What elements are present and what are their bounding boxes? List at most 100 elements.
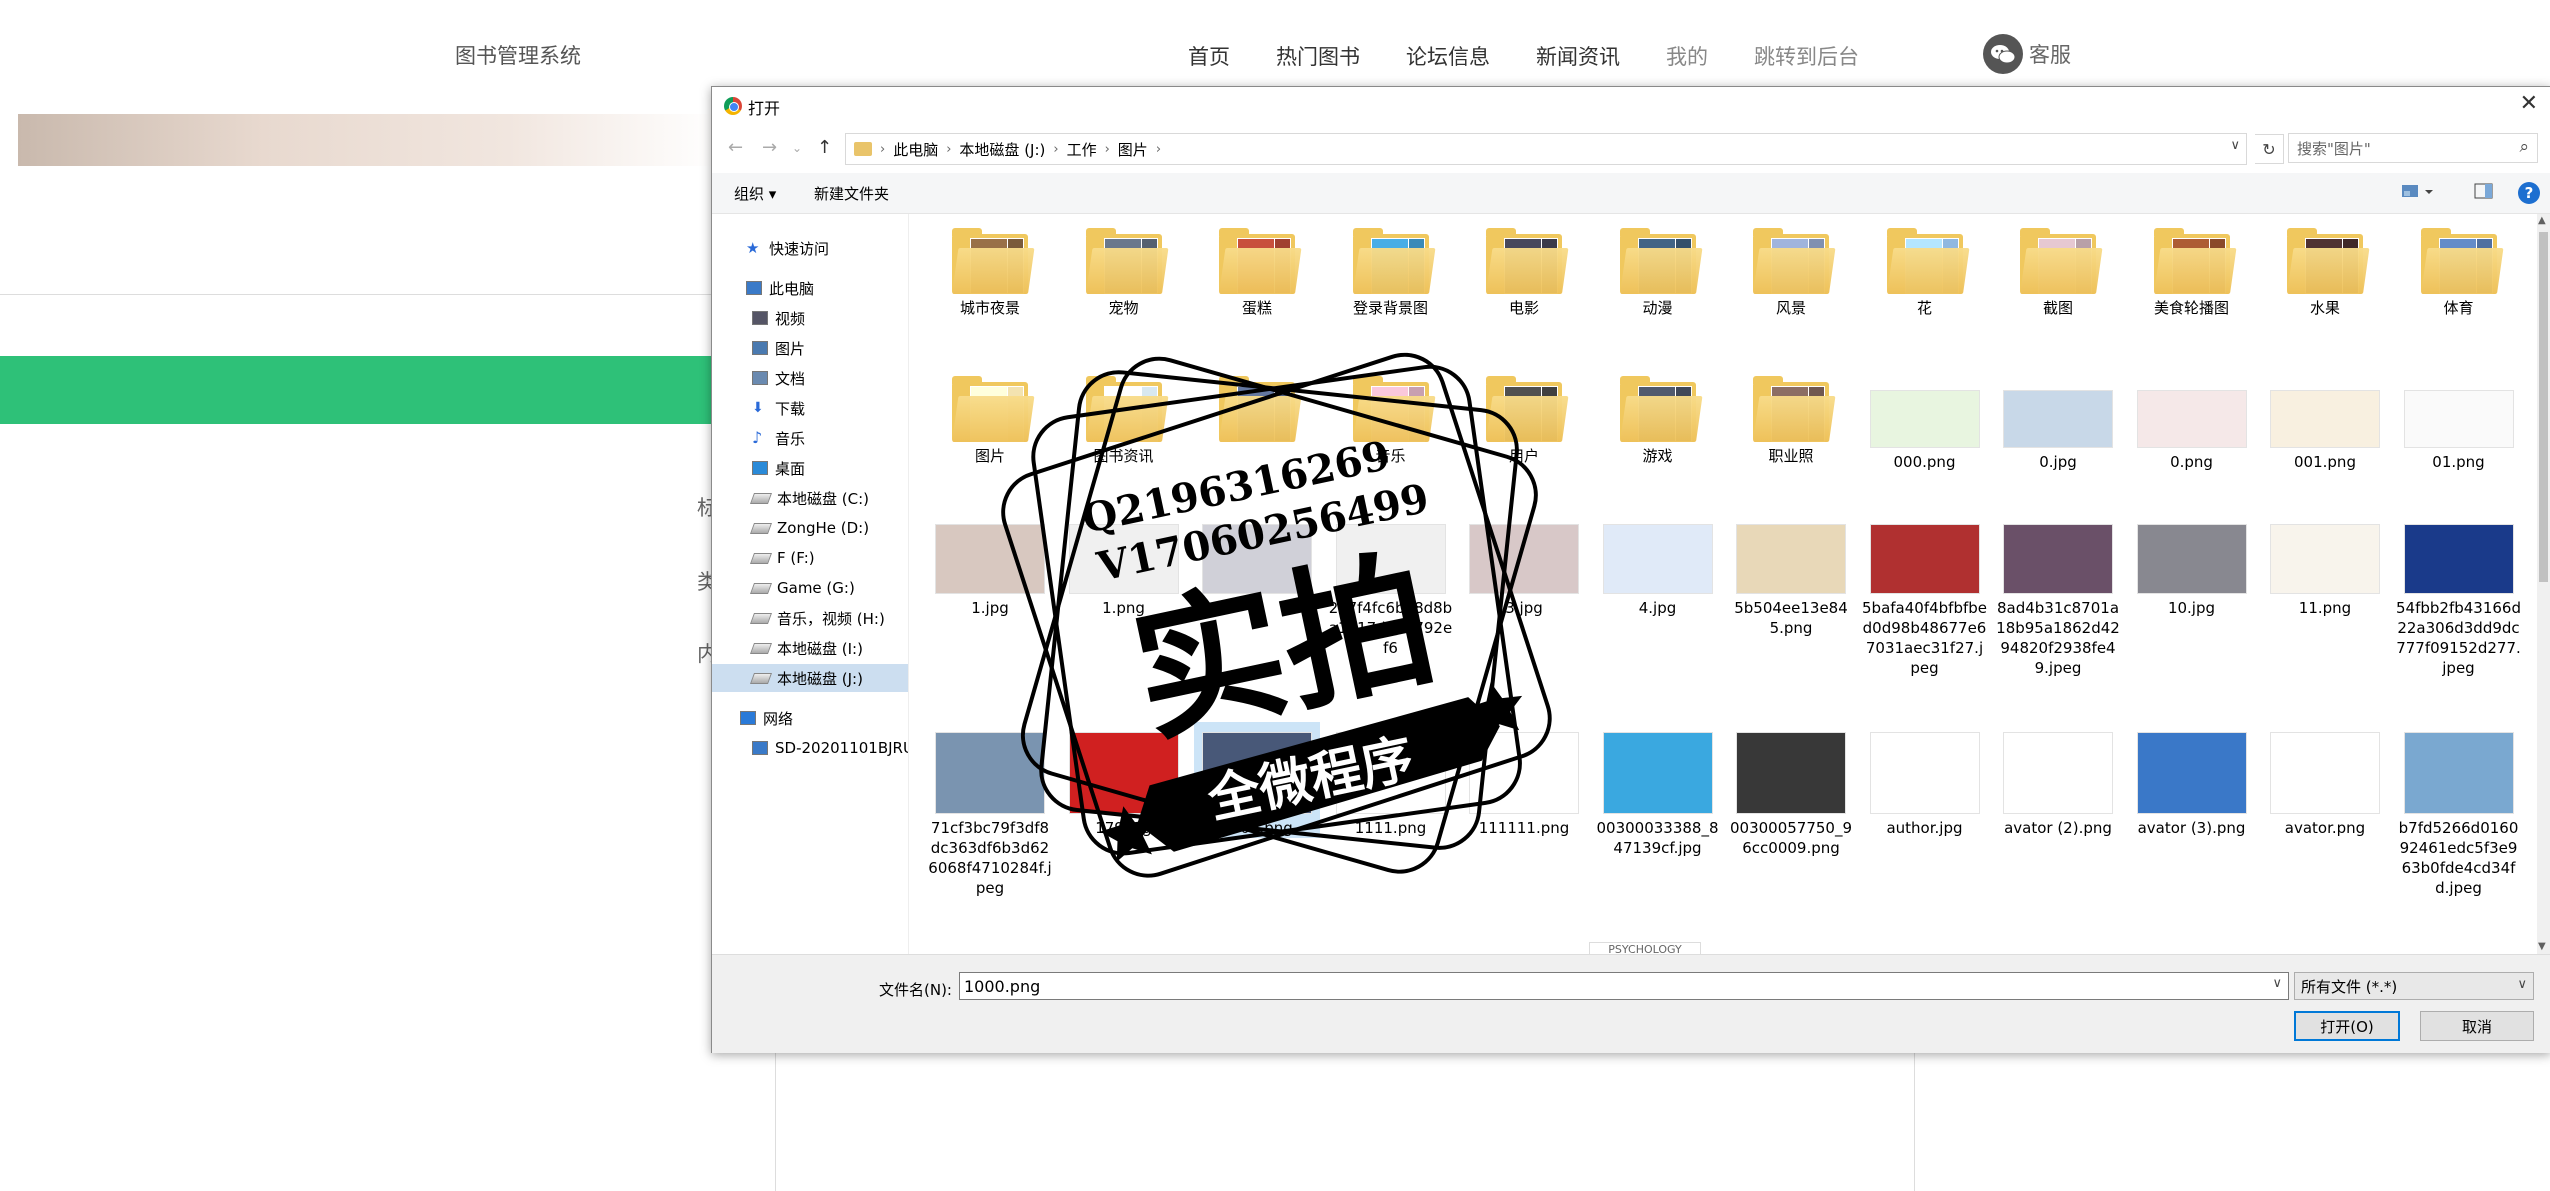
tree-item[interactable]: 本地磁盘 (I:) xyxy=(712,634,908,662)
breadcrumb-item[interactable]: 本地磁盘 (J:) xyxy=(951,139,1053,160)
file-item[interactable]: 0.jpg xyxy=(1995,372,2121,472)
folder-item[interactable]: 蛋糕 xyxy=(1194,224,1320,318)
tree-item[interactable]: ZongHe (D:) xyxy=(712,514,908,542)
file-item[interactable]: 00300057750_96cc0009.png xyxy=(1728,722,1854,858)
file-item[interactable]: avator (2).png xyxy=(1995,722,2121,838)
help-icon[interactable]: ? xyxy=(2518,182,2540,204)
search-input[interactable]: 搜索"图片" ⌕ xyxy=(2288,133,2538,163)
file-item[interactable]: b7fd5266d016092461edc5f3e963b0fde4cd34fd… xyxy=(2396,722,2522,898)
nav-forum[interactable]: 论坛信息 xyxy=(1383,41,1513,71)
tree-item[interactable]: Game (G:) xyxy=(712,574,908,602)
tree-item[interactable]: ⬇ 下载 xyxy=(712,394,908,422)
file-item[interactable]: 0.png xyxy=(2129,372,2255,472)
file-item[interactable]: author.jpg xyxy=(1862,722,1988,838)
folder-item[interactable]: 职业照 xyxy=(1728,372,1854,466)
scrollbar-thumb[interactable] xyxy=(2539,232,2548,582)
dialog-titlebar[interactable]: 打开 ✕ xyxy=(712,87,2550,125)
address-bar[interactable]: › 此电脑 › 本地磁盘 (J:) › 工作 › 图片 › ∨ xyxy=(845,133,2247,165)
file-item[interactable]: 11.png xyxy=(2262,514,2388,618)
tree-item[interactable]: 网络 xyxy=(712,704,908,732)
file-item[interactable] xyxy=(1194,514,1320,598)
folder-item[interactable]: 电影 xyxy=(1461,224,1587,318)
tree-item[interactable]: ♪ 音乐 xyxy=(712,424,908,452)
preview-pane-icon[interactable] xyxy=(2474,182,2496,200)
file-item[interactable]: 000.png xyxy=(1862,372,1988,472)
folder-item[interactable]: 图书资讯 xyxy=(1061,372,1187,466)
folder-item[interactable]: 游戏 xyxy=(1595,372,1721,466)
cancel-button[interactable]: 取消 xyxy=(2420,1011,2534,1041)
folder-item[interactable]: 体育 xyxy=(2396,224,2522,318)
file-item[interactable]: 111111.png xyxy=(1461,722,1587,838)
folder-item[interactable]: 图片 xyxy=(927,372,1053,466)
scroll-down-icon[interactable]: ▼ xyxy=(2538,941,2546,952)
tree-item[interactable]: 视频 xyxy=(712,304,908,332)
file-item[interactable]: 5b504ee13e845.png xyxy=(1728,514,1854,638)
tree-item[interactable]: 本地磁盘 (J:) xyxy=(712,664,908,692)
tree-item[interactable]: 图片 xyxy=(712,334,908,362)
file-item[interactable]: 10.jpg xyxy=(2129,514,2255,618)
file-item[interactable]: 001.png xyxy=(2262,372,2388,472)
file-item[interactable]: PSYCHOLOGY xyxy=(1589,942,1701,954)
nav-hot-books[interactable]: 热门图书 xyxy=(1253,41,1383,71)
filename-input[interactable]: 1000.png ∨ xyxy=(959,972,2289,1000)
file-item[interactable]: avator (3).png xyxy=(2129,722,2255,838)
customer-service[interactable]: 客服 xyxy=(1983,34,2071,74)
folder-item[interactable]: 用户 xyxy=(1461,372,1587,466)
folder-item[interactable]: 花 xyxy=(1862,224,1988,318)
up-arrow-icon[interactable]: ↑ xyxy=(817,137,832,158)
folder-item[interactable]: 宠物 xyxy=(1061,224,1187,318)
file-item[interactable]: 3.jpg xyxy=(1461,514,1587,618)
file-item[interactable]: avator.png xyxy=(2262,722,2388,838)
back-arrow-icon[interactable]: ← xyxy=(728,137,743,158)
folder-item[interactable]: 音乐 xyxy=(1328,372,1454,466)
view-options-icon[interactable] xyxy=(2401,182,2433,200)
file-item[interactable]: 1.png xyxy=(1061,514,1187,618)
tree-item[interactable]: 桌面 xyxy=(712,454,908,482)
nav-mine[interactable]: 我的 xyxy=(1643,41,1731,71)
folder-item[interactable]: 动漫 xyxy=(1595,224,1721,318)
tree-item[interactable]: ★ 快速访问 xyxy=(712,234,908,262)
tree-item[interactable]: 此电脑 xyxy=(712,274,908,302)
file-item[interactable]: 54fbb2fb43166d22a306d3dd9dc777f09152d277… xyxy=(2396,514,2522,678)
file-item[interactable]: 8ad4b31c8701a18b95a1862d4294820f2938fe49… xyxy=(1995,514,2121,678)
folder-item[interactable]: 水果 xyxy=(2262,224,2388,318)
tree-item[interactable]: 文档 xyxy=(712,364,908,392)
folder-item[interactable]: 登录背景图 xyxy=(1328,224,1454,318)
open-button[interactable]: 打开(O) xyxy=(2294,1011,2400,1041)
nav-home[interactable]: 首页 xyxy=(1165,41,1253,71)
scroll-up-icon[interactable]: ▲ xyxy=(2538,215,2546,226)
refresh-icon[interactable]: ↻ xyxy=(2255,134,2284,164)
forward-arrow-icon[interactable]: → xyxy=(762,137,777,158)
tree-item[interactable]: 音乐，视频 (H:) xyxy=(712,604,908,632)
folder-item[interactable]: 美食轮播图 xyxy=(2129,224,2255,318)
tree-item[interactable]: 本地磁盘 (C:) xyxy=(712,484,908,512)
nav-admin[interactable]: 跳转到后台 xyxy=(1731,41,1882,71)
chevron-down-icon[interactable]: ∨ xyxy=(2230,138,2240,153)
chevron-down-icon[interactable]: ∨ xyxy=(2272,976,2282,991)
folder-item[interactable] xyxy=(1194,372,1320,446)
file-item[interactable]: 179.jpg xyxy=(1061,722,1187,838)
breadcrumb-item[interactable]: 图片 xyxy=(1110,139,1156,160)
filetype-select[interactable]: 所有文件 (*.*) ∨ xyxy=(2294,972,2534,1000)
breadcrumb-item[interactable]: 此电脑 xyxy=(885,139,946,160)
site-logo[interactable]: 图书管理系统 xyxy=(455,40,581,70)
new-folder-button[interactable]: 新建文件夹 xyxy=(814,183,889,204)
file-item[interactable]: 5bafa40f4bfbfbed0d98b48677e67031aec31f27… xyxy=(1862,514,1988,678)
folder-item[interactable]: 风景 xyxy=(1728,224,1854,318)
nav-news[interactable]: 新闻资讯 xyxy=(1513,41,1643,71)
file-item[interactable]: 71cf3bc79f3df8dc363df6b3d626068f4710284f… xyxy=(927,722,1053,898)
recent-dropdown-icon[interactable]: ⌄ xyxy=(792,141,802,155)
folder-item[interactable]: 截图 xyxy=(1995,224,2121,318)
file-item[interactable]: 1000.png xyxy=(1194,722,1320,838)
file-item[interactable]: 1111.png xyxy=(1328,722,1454,838)
file-item[interactable]: 00300033388_847139cf.jpg xyxy=(1595,722,1721,858)
organize-button[interactable]: 组织 ▾ xyxy=(734,183,776,204)
tree-item[interactable]: F (F:) xyxy=(712,544,908,572)
breadcrumb-item[interactable]: 工作 xyxy=(1059,139,1105,160)
file-item[interactable]: 01.png xyxy=(2396,372,2522,472)
tree-item[interactable]: SD-20201101BJRU xyxy=(712,734,908,762)
file-item[interactable]: 1.jpg xyxy=(927,514,1053,618)
file-item[interactable]: 2e7f4fc6b28d8ba1717d551792ef6 xyxy=(1328,514,1454,658)
folder-item[interactable]: 城市夜景 xyxy=(927,224,1053,318)
close-icon[interactable]: ✕ xyxy=(2520,91,2538,116)
